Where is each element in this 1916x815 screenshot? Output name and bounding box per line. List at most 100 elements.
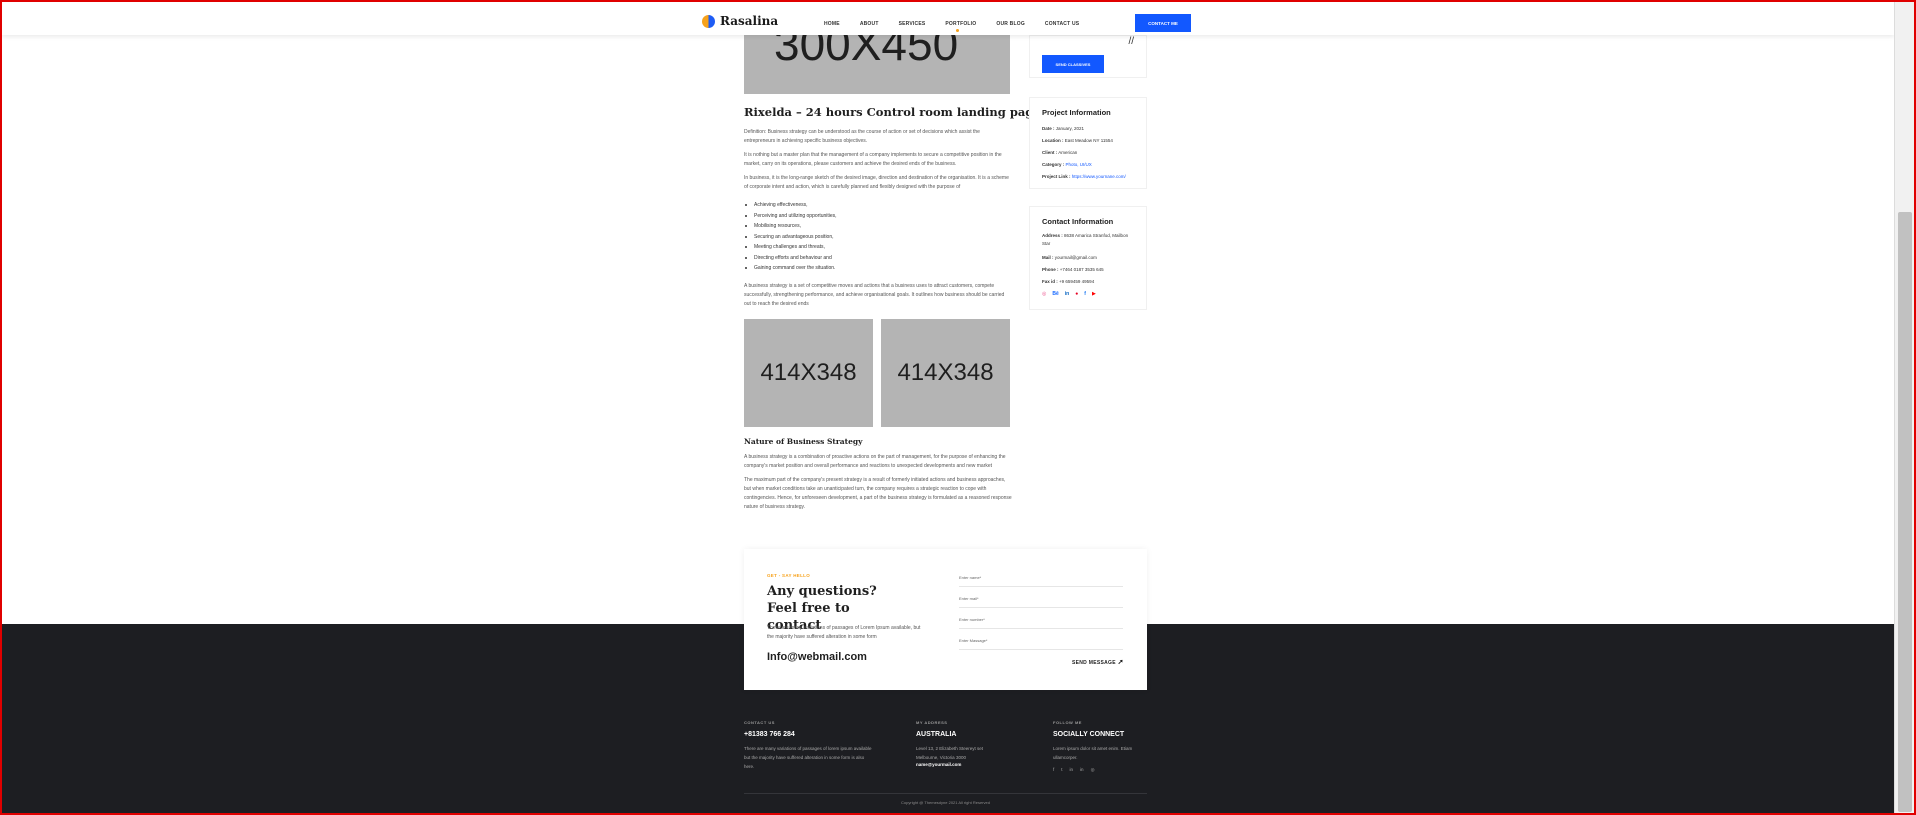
list-item: Achieving effectiveness, — [744, 200, 837, 211]
row-key: Client : — [1042, 150, 1058, 155]
logo-mark-icon — [702, 14, 715, 28]
sidebar-social-icons: ◎ Bē in ● f ▶ — [1042, 291, 1134, 297]
pinterest-icon[interactable]: ● — [1075, 291, 1078, 297]
gallery-image-2[interactable]: 414X348 — [881, 319, 1010, 427]
linkedin-icon[interactable]: in — [1080, 767, 1084, 773]
copyright-text: Copyright @ Themesdyne 2021 All right Re… — [901, 800, 990, 805]
contact-info-row: Mail : yourmail@gmail.com — [1042, 252, 1134, 264]
row-key: Phone : — [1042, 267, 1059, 272]
contact-me-button[interactable]: CONTACT ME — [1135, 14, 1191, 32]
row-value: January, 2021 — [1055, 126, 1084, 131]
row-key: Mail : — [1042, 255, 1054, 260]
footer-text: Lorem ipsum dolor sit amet enim. Etiam u… — [1053, 746, 1133, 760]
contact-info-row: Fax id : +9 659459 49594 — [1042, 276, 1134, 288]
project-info-row: Category : Photo, UI/UX — [1042, 159, 1134, 171]
number-field[interactable]: Enter number* — [959, 615, 1123, 629]
footer-social-icons: f t in in ◎ — [1053, 767, 1148, 773]
row-key: Fax id : — [1042, 279, 1058, 284]
list-item: Gaining command over the situation. — [744, 263, 837, 274]
project-info-card: Project Information Date : January, 2021… — [1029, 97, 1147, 189]
nav-services[interactable]: SERVICES — [899, 21, 926, 27]
name-field[interactable]: Enter name* — [959, 573, 1123, 587]
footer-label: FOLLOW ME — [1053, 720, 1082, 725]
project-info-title: Project Information — [1042, 108, 1111, 117]
article-paragraph-5: A business strategy is a combination of … — [744, 454, 1006, 469]
nav-about[interactable]: ABOUT — [860, 21, 879, 27]
project-info-row: Location : East Meadow NY 11554 — [1042, 135, 1134, 147]
dribbble-icon[interactable]: ◎ — [1042, 291, 1046, 297]
site-header: Rasalina HOME ABOUT SERVICES PORTFOLIO O… — [2, 2, 1894, 35]
article-paragraph-6: The maximum part of the company's presen… — [744, 477, 1012, 510]
footer-email[interactable]: name@yourmail.com — [916, 762, 1006, 767]
contact-cta-card: GET - SAY HELLO Any questions? Feel free… — [744, 549, 1147, 690]
footer-social-heading: SOCIALLY CONNECT — [1053, 731, 1125, 738]
nav-portfolio[interactable]: PORTFOLIO — [945, 21, 976, 32]
contact-info-title: Contact Information — [1042, 217, 1114, 226]
row-value: +7464 0187 3535 645 — [1059, 267, 1104, 272]
instagram-icon[interactable]: ◎ — [1091, 767, 1095, 773]
footer-label: CONTACT US — [744, 720, 775, 725]
vertical-scrollbar[interactable] — [1894, 2, 1914, 813]
footer-text: There are many variations of passages of… — [744, 746, 872, 769]
scrollbar-thumb[interactable] — [1898, 212, 1912, 812]
project-link[interactable]: https://www.yournane.com/ — [1072, 174, 1126, 179]
footer-phone[interactable]: +81383 766 284 — [744, 731, 874, 738]
row-value: yourmail@gmail.com — [1054, 255, 1097, 260]
paper-plane-icon: ➚ — [1117, 659, 1124, 666]
youtube-icon[interactable]: ▶ — [1092, 291, 1096, 297]
article-paragraph-4: A business strategy is a set of competit… — [744, 283, 1005, 307]
cta-email[interactable]: Info@webmail.com — [767, 651, 867, 663]
cta-eyebrow: GET - SAY HELLO — [767, 573, 811, 578]
quote-icon: // — [1128, 36, 1134, 47]
row-value: East Meadow NY 11554 — [1064, 138, 1113, 143]
list-item: Securing an advantageous position, — [744, 232, 837, 243]
list-item: Directing efforts and behaviour and — [744, 253, 837, 264]
nav-blog[interactable]: OUR BLOG — [996, 21, 1025, 27]
list-item: Perceiving and utilizing opportunities, — [744, 211, 837, 222]
footer-contact-column: CONTACT US +81383 766 284 There are many… — [744, 720, 874, 771]
nav-home[interactable]: HOME — [824, 21, 840, 27]
footer-social-column: FOLLOW ME SOCIALLY CONNECT Lorem ipsum d… — [1053, 720, 1148, 773]
objectives-list: Achieving effectiveness, Perceiving and … — [744, 200, 837, 274]
list-item: Mobilising resources, — [744, 221, 837, 232]
article-paragraph-3: In business, it is the long-range sketch… — [744, 175, 1009, 190]
facebook-icon[interactable]: f — [1053, 767, 1054, 773]
row-value: American — [1058, 150, 1078, 155]
twitter-icon[interactable]: t — [1061, 767, 1062, 773]
message-field[interactable]: Enter Massage* — [959, 636, 1123, 650]
logo[interactable]: Rasalina — [702, 14, 778, 28]
article-paragraph-1: Definition: Business strategy can be und… — [744, 129, 980, 144]
row-key: Project Link : — [1042, 174, 1071, 179]
footer-country: AUSTRALIA — [916, 731, 957, 738]
project-info-row: Project Link : https://www.yournane.com/ — [1042, 171, 1134, 183]
project-title: Rixelda – 24 hours Control room landing … — [744, 105, 1041, 119]
section-heading: Nature of Business Strategy — [744, 437, 863, 446]
sidebar-send-button[interactable]: SEND CLASSIVES — [1042, 55, 1104, 73]
contact-info-card: Contact Information Address : 8638 Amari… — [1029, 206, 1147, 310]
contact-info-row: Address : 8638 Amarica Stranfod, Mailbon… — [1042, 232, 1134, 248]
footer-label: MY ADDRESS — [916, 720, 948, 725]
behance-icon[interactable]: Bē — [1052, 291, 1058, 297]
hero-image-label: 300X450 — [774, 35, 959, 70]
footer-address-column: MY ADDRESS AUSTRALIA Level 13, 2 Elizabe… — [916, 720, 1006, 767]
hero-image-placeholder: 300X450 — [744, 35, 1010, 94]
facebook-icon[interactable]: f — [1084, 291, 1086, 297]
footer-divider — [744, 793, 1147, 794]
row-key: Category : — [1042, 162, 1065, 167]
article-paragraph-2: It is nothing but a master plan that the… — [744, 152, 1002, 167]
send-message-button[interactable]: SEND MESSAGE ➚ — [1072, 658, 1124, 666]
gallery-image-1[interactable]: 414X348 — [744, 319, 873, 427]
category-link[interactable]: Photo, UI/UX — [1066, 162, 1092, 167]
row-key: Date : — [1042, 126, 1055, 131]
linkedin-icon[interactable]: in — [1065, 291, 1069, 297]
project-info-row: Client : American — [1042, 147, 1134, 159]
send-label: SEND MESSAGE — [1072, 660, 1116, 666]
main-nav: HOME ABOUT SERVICES PORTFOLIO OUR BLOG C… — [824, 21, 1099, 32]
footer-address: Level 13, 2 Elizabeth Steereyt set Melbo… — [916, 746, 984, 760]
linkedin-icon[interactable]: in — [1070, 767, 1074, 773]
project-info-row: Date : January, 2021 — [1042, 123, 1134, 135]
row-value: +9 659459 49594 — [1059, 279, 1095, 284]
mail-field[interactable]: Enter mail* — [959, 594, 1123, 608]
nav-contact[interactable]: CONTACT US — [1045, 21, 1079, 27]
cta-description: There are many variations of passages of… — [767, 625, 921, 640]
